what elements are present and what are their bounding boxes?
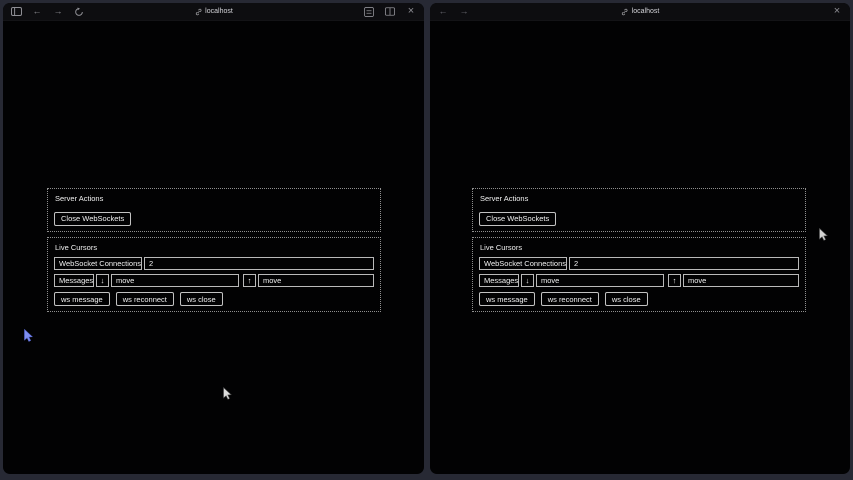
arrow-down-icon: ↓	[521, 274, 534, 287]
connections-count: 2	[144, 257, 374, 270]
remote-cursor-blue	[24, 329, 33, 347]
ws-close-button[interactable]: ws close	[180, 292, 223, 306]
ws-close-button[interactable]: ws close	[605, 292, 648, 306]
connections-label: WebSocket Connections	[54, 257, 142, 270]
link-icon	[194, 8, 202, 16]
desktop: { "colors": { "desktop_bg": "#272934", "…	[0, 0, 853, 480]
incoming-message-value: move	[111, 274, 239, 287]
ws-buttons-row: ws message ws reconnect ws close	[479, 292, 799, 306]
mouse-pointer	[223, 387, 232, 405]
browser-toolbar: ← → localhost ×	[3, 3, 424, 21]
close-websockets-button[interactable]: Close WebSockets	[479, 212, 556, 226]
ws-reconnect-button[interactable]: ws reconnect	[541, 292, 599, 306]
server-actions-panel: Server Actions Close WebSockets	[47, 188, 381, 232]
ws-buttons-row: ws message ws reconnect ws close	[54, 292, 374, 306]
connections-label: WebSocket Connections	[479, 257, 567, 270]
connections-row: WebSocket Connections 2	[479, 257, 799, 270]
live-cursors-panel: Live Cursors WebSocket Connections 2 Mes…	[47, 237, 381, 312]
incoming-message-value: move	[536, 274, 664, 287]
back-icon[interactable]: ←	[31, 6, 43, 18]
url-text: localhost	[632, 8, 660, 15]
messages-row: Messages ↓ move ↑ move	[479, 274, 799, 287]
toolbar-right-group: ×	[831, 6, 843, 18]
messages-label: Messages	[479, 274, 519, 287]
address-bar[interactable]: localhost	[194, 8, 233, 16]
server-actions-panel: Server Actions Close WebSockets	[472, 188, 806, 232]
browser-window-left: ← → localhost × Server Actions Close Web…	[3, 3, 424, 474]
url-text: localhost	[205, 8, 233, 15]
remote-cursor-white	[819, 228, 828, 246]
arrow-up-icon: ↑	[668, 274, 681, 287]
arrow-down-icon: ↓	[96, 274, 109, 287]
reader-view-icon[interactable]	[363, 6, 375, 18]
toolbar-left-group: ← →	[437, 6, 470, 18]
arrow-up-icon: ↑	[243, 274, 256, 287]
forward-icon[interactable]: →	[52, 6, 64, 18]
connections-count: 2	[569, 257, 799, 270]
reload-icon[interactable]	[73, 6, 85, 18]
messages-label: Messages	[54, 274, 94, 287]
browser-toolbar: ← → localhost ×	[430, 3, 850, 21]
sidebar-toggle-icon[interactable]	[10, 6, 22, 18]
back-icon[interactable]: ←	[437, 6, 449, 18]
connections-row: WebSocket Connections 2	[54, 257, 374, 270]
ws-message-button[interactable]: ws message	[479, 292, 535, 306]
forward-icon[interactable]: →	[458, 6, 470, 18]
messages-row: Messages ↓ move ↑ move	[54, 274, 374, 287]
outgoing-message-value: move	[258, 274, 374, 287]
browser-window-right: ← → localhost × Server Actions Close Web…	[430, 3, 850, 474]
live-cursors-panel: Live Cursors WebSocket Connections 2 Mes…	[472, 237, 806, 312]
server-actions-title: Server Actions	[480, 194, 799, 204]
outgoing-message-value: move	[683, 274, 799, 287]
toolbar-left-group: ← →	[10, 6, 85, 18]
server-actions-title: Server Actions	[55, 194, 374, 204]
close-websockets-button[interactable]: Close WebSockets	[54, 212, 131, 226]
live-cursors-title: Live Cursors	[480, 243, 799, 253]
page-content: Server Actions Close WebSockets Live Cur…	[472, 188, 806, 317]
page-content: Server Actions Close WebSockets Live Cur…	[47, 188, 381, 317]
close-window-icon[interactable]: ×	[405, 6, 417, 18]
address-bar[interactable]: localhost	[621, 8, 660, 16]
close-window-icon[interactable]: ×	[831, 6, 843, 18]
live-cursors-title: Live Cursors	[55, 243, 374, 253]
ws-reconnect-button[interactable]: ws reconnect	[116, 292, 174, 306]
ws-message-button[interactable]: ws message	[54, 292, 110, 306]
split-view-icon[interactable]	[384, 6, 396, 18]
toolbar-right-group: ×	[363, 6, 417, 18]
link-icon	[621, 8, 629, 16]
